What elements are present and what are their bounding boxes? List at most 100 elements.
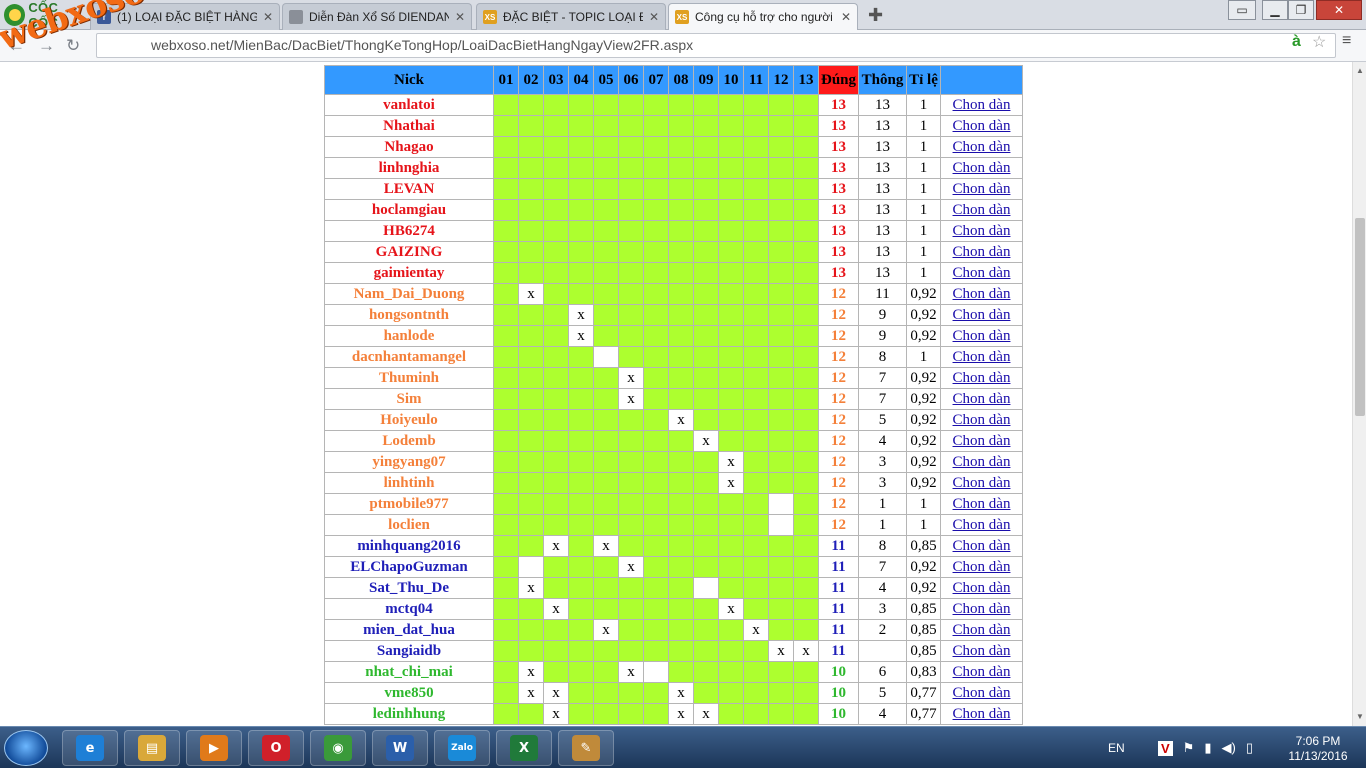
chon-dan-link[interactable]: Chon dàn [953, 643, 1011, 659]
chon-dan-link[interactable]: Chon dàn [953, 286, 1011, 302]
hit-cell [493, 409, 519, 431]
menu-icon[interactable]: ≡ [1342, 32, 1351, 50]
taskbar-app[interactable]: ▶ [186, 730, 242, 766]
taskbar-app[interactable]: X [496, 730, 552, 766]
chon-dan-link[interactable]: Chon dàn [953, 622, 1011, 638]
hit-cell [668, 157, 694, 179]
hit-cell [518, 430, 544, 452]
chon-dan-link[interactable]: Chon dàn [953, 139, 1011, 155]
hit-cell [693, 115, 719, 137]
taskbar-app[interactable]: W [372, 730, 428, 766]
address-bar[interactable]: webxoso.net/MienBac/DacBiet/ThongKeTongH… [96, 33, 1336, 58]
hit-cell [568, 157, 594, 179]
header-day-10: 10 [718, 65, 744, 95]
translate-icon[interactable]: à [1292, 33, 1301, 51]
chon-dan-link[interactable]: Chon dàn [953, 391, 1011, 407]
nick-cell: Sangiaidb [324, 640, 494, 662]
page-scrollbar[interactable]: ▲ ▼ [1352, 62, 1366, 726]
browser-tab-2[interactable]: Diễn Đàn Xổ Số DIENDAN ✕ [282, 3, 472, 30]
taskbar-app[interactable]: O [248, 730, 304, 766]
chon-dan-link[interactable]: Chon dàn [953, 160, 1011, 176]
chon-dan-link[interactable]: Chon dàn [953, 517, 1011, 533]
close-window-button[interactable]: ✕ [1316, 0, 1362, 20]
hit-cell [693, 472, 719, 494]
chon-dan-link[interactable]: Chon dàn [953, 244, 1011, 260]
chon-dan-link[interactable]: Chon dàn [953, 265, 1011, 281]
chon-dan-link[interactable]: Chon dàn [953, 433, 1011, 449]
chon-dan-link[interactable]: Chon dàn [953, 685, 1011, 701]
network-icon[interactable]: ▮ [1204, 740, 1211, 756]
table-row: gaimientay 13 13 1 Chon dàn [324, 262, 1023, 284]
chon-dan-link[interactable]: Chon dàn [953, 559, 1011, 575]
nick-cell: gaimientay [324, 262, 494, 284]
chon-dan-link[interactable]: Chon dàn [953, 307, 1011, 323]
minimize-button[interactable]: ▁ [1262, 0, 1288, 20]
hit-cell [718, 577, 744, 599]
chon-dan-link[interactable]: Chon dàn [953, 328, 1011, 344]
hit-cell [493, 283, 519, 305]
chon-dan-link[interactable]: Chon dàn [953, 664, 1011, 680]
hit-cell [618, 304, 644, 326]
chon-dan-link[interactable]: Chon dàn [953, 118, 1011, 134]
scroll-down-arrow-icon[interactable]: ▼ [1356, 712, 1364, 721]
chon-dan-link[interactable]: Chon dàn [953, 202, 1011, 218]
bookmark-star-icon[interactable]: ☆ [1312, 32, 1326, 52]
start-button[interactable] [4, 730, 48, 766]
taskbar-app[interactable]: ▤ [124, 730, 180, 766]
browser-tab-4[interactable]: XS Công cụ hỗ trợ cho người ✕ [668, 3, 858, 30]
close-tab-icon[interactable]: ✕ [455, 10, 465, 24]
miss-mark-cell: x [743, 619, 769, 641]
taskbar-app[interactable]: ◉ [310, 730, 366, 766]
maximize-button[interactable]: ❐ [1288, 0, 1314, 20]
thong-cell: 4 [858, 430, 907, 452]
chon-dan-link[interactable]: Chon dàn [953, 223, 1011, 239]
chon-dan-link[interactable]: Chon dàn [953, 97, 1011, 113]
hit-cell [793, 262, 819, 284]
chon-dan-link[interactable]: Chon dàn [953, 349, 1011, 365]
new-tab-button[interactable]: ✚ [868, 5, 883, 26]
reload-button[interactable]: ↻ [66, 36, 80, 56]
hit-cell [718, 682, 744, 704]
close-tab-icon[interactable]: ✕ [649, 10, 659, 24]
hit-cell [743, 220, 769, 242]
hit-cell [518, 115, 544, 137]
hit-cell [768, 304, 794, 326]
chon-dan-link[interactable]: Chon dàn [953, 580, 1011, 596]
scroll-up-arrow-icon[interactable]: ▲ [1356, 66, 1364, 75]
hit-cell [643, 430, 669, 452]
vietkey-icon[interactable]: V [1158, 740, 1173, 756]
chon-dan-link[interactable]: Chon dàn [953, 412, 1011, 428]
close-tab-icon[interactable]: ✕ [263, 10, 273, 24]
account-button[interactable]: ▭ [1228, 0, 1256, 20]
system-clock[interactable]: 7:06 PM 11/13/2016 [1278, 734, 1358, 764]
hit-cell [518, 241, 544, 263]
taskbar-app[interactable]: e [62, 730, 118, 766]
volume-icon[interactable]: ◀) [1221, 740, 1235, 756]
hit-cell [518, 514, 544, 536]
hit-cell [493, 493, 519, 515]
chon-dan-link[interactable]: Chon dàn [953, 475, 1011, 491]
ratio-cell: 1 [906, 220, 941, 242]
chon-dan-link[interactable]: Chon dàn [953, 181, 1011, 197]
taskbar-app[interactable]: ✎ [558, 730, 614, 766]
chon-dan-link[interactable]: Chon dàn [953, 496, 1011, 512]
chon-dan-link[interactable]: Chon dàn [953, 601, 1011, 617]
taskbar-app[interactable]: Zalo [434, 730, 490, 766]
battery-icon[interactable]: ▯ [1246, 740, 1253, 756]
flag-icon[interactable]: ⚑ [1183, 740, 1195, 756]
page-content: Nick 01 02 03 04 05 06 07 08 09 10 11 12 13 Đúng Thông… [0, 62, 1352, 726]
hit-cell [643, 325, 669, 347]
language-indicator[interactable]: EN [1108, 727, 1125, 769]
close-tab-icon[interactable]: ✕ [841, 10, 851, 24]
chon-dan-link[interactable]: Chon dàn [953, 370, 1011, 386]
chon-dan-link[interactable]: Chon dàn [953, 538, 1011, 554]
chon-dan-link[interactable]: Chon dàn [953, 454, 1011, 470]
hit-cell [543, 493, 569, 515]
hit-cell [543, 325, 569, 347]
scrollbar-thumb[interactable] [1355, 218, 1365, 416]
hit-cell [518, 472, 544, 494]
browser-tab-3[interactable]: XS ĐẶC BIỆT - TOPIC LOẠI ĐẶ ✕ [476, 3, 666, 30]
thong-cell: 8 [858, 535, 907, 557]
chon-dan-link[interactable]: Chon dàn [953, 706, 1011, 722]
hit-cell [618, 598, 644, 620]
